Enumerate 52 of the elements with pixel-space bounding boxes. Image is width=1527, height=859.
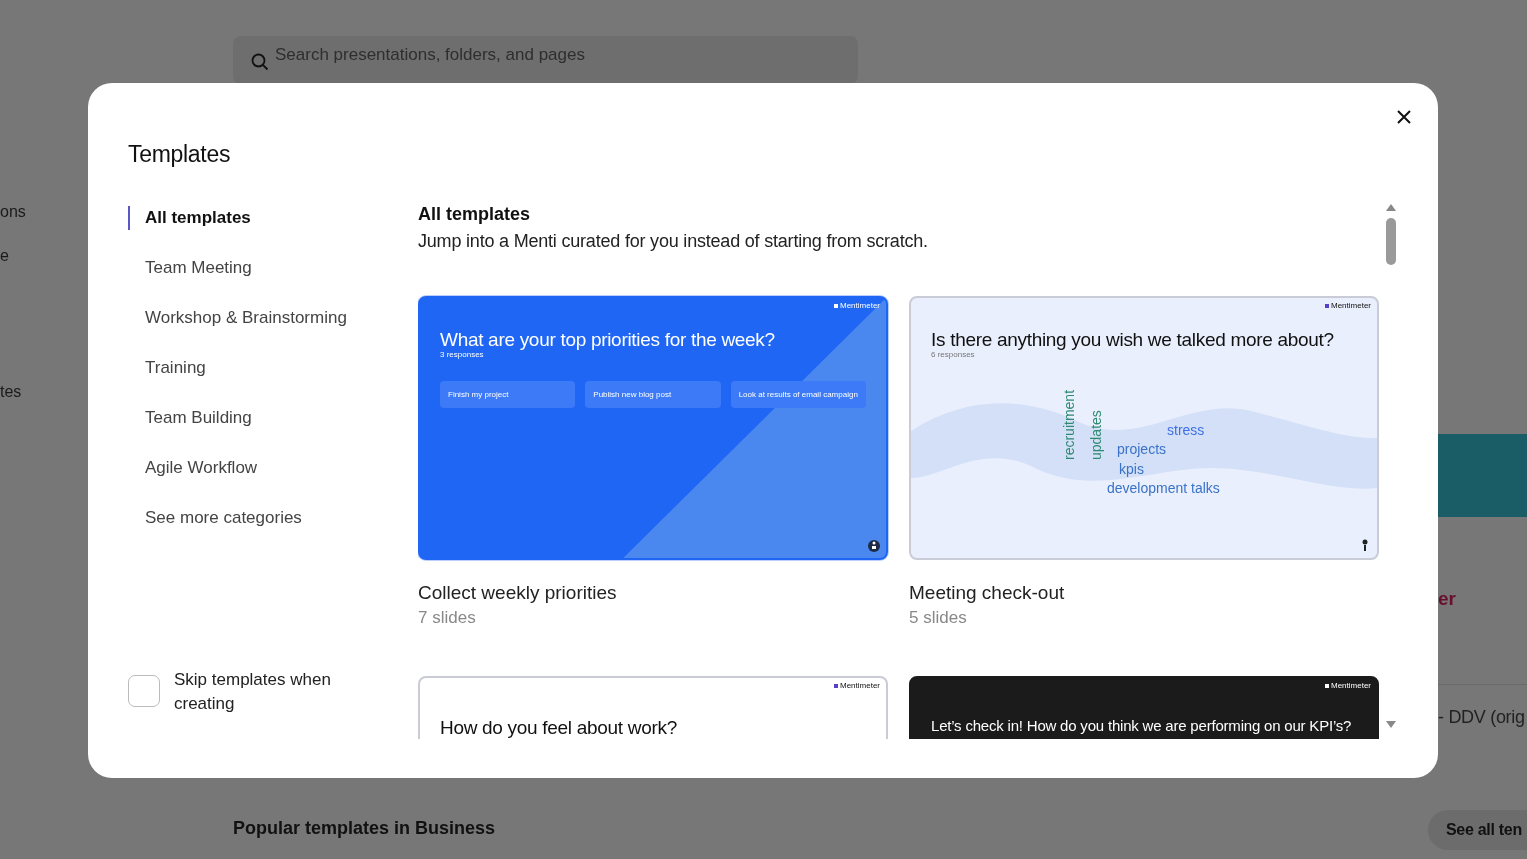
category-tab[interactable]: All templates — [128, 206, 418, 230]
cloud-word: recruitment — [1061, 389, 1077, 460]
sidebar-item[interactable]: tes — [0, 383, 22, 401]
response-count: 6 responses — [931, 350, 975, 359]
category-tab[interactable]: Team Building — [128, 406, 418, 430]
response-count: 3 responses — [440, 350, 484, 359]
logo-icon — [1325, 304, 1329, 308]
category-tab[interactable]: Workshop & Brainstorming — [128, 306, 418, 330]
scrollbar-thumb[interactable] — [1386, 218, 1396, 265]
category-tab[interactable]: Agile Workflow — [128, 456, 418, 480]
search-field[interactable]: Search presentations, folders, and pages — [233, 36, 858, 84]
brand-name: Mentimeter — [840, 301, 880, 311]
slide-count: 5 slides — [909, 608, 967, 628]
question-title: How do you feel about work? — [440, 716, 677, 739]
logo-icon — [1325, 684, 1329, 688]
response-card: Look at results of email campaign — [730, 381, 866, 408]
brand-name: Mentimeter — [1331, 681, 1371, 691]
category-tab[interactable]: Team Meeting — [128, 256, 418, 280]
card-title: er — [1438, 588, 1456, 610]
cloud-word: updates — [1088, 410, 1104, 460]
dialog-title: Templates — [128, 141, 232, 168]
cloud-word: development talks — [1107, 480, 1220, 496]
sidebar-item[interactable]: ons — [0, 203, 26, 221]
logo-icon — [834, 684, 838, 688]
presenter-icon — [868, 538, 880, 552]
cloud-word: stress — [1167, 422, 1205, 438]
checkbox-label[interactable]: Skip templates when creating — [174, 668, 358, 716]
scroll-down-icon[interactable] — [1386, 721, 1396, 728]
search-icon — [251, 53, 269, 71]
cloud-word: kpis — [1119, 461, 1144, 477]
section-title: Popular templates in Business — [233, 818, 496, 839]
question-title: Let’s check in! How do you think we are performing on our KPI’s? — [931, 716, 1352, 736]
checkbox[interactable] — [128, 675, 160, 707]
question-title: Is there anything you wish we talked more about? — [931, 328, 1334, 352]
logo-icon — [834, 304, 838, 308]
brand-name: Mentimeter — [1331, 301, 1371, 311]
category-tab[interactable]: Training — [128, 356, 418, 380]
section-description: Jump into a Menti curated for you instead of starting from scratch. — [418, 231, 928, 252]
question-title: What are your top priorities for the week? — [440, 328, 775, 352]
presentation-title: - DDV (orig — [1438, 707, 1525, 728]
response-card: Publish new blog post — [585, 381, 721, 408]
category-tab[interactable]: See more categories — [128, 506, 418, 530]
response-card: Finish my project — [440, 381, 576, 408]
slide-count: 7 slides — [418, 608, 476, 628]
see-all-button[interactable]: See all ten — [1428, 810, 1527, 850]
template-name[interactable]: Meeting check-out — [909, 582, 1065, 604]
sidebar-item[interactable]: e — [0, 247, 9, 265]
scroll-up-icon[interactable] — [1386, 204, 1396, 211]
section-heading: All templates — [418, 204, 531, 225]
brand-name: Mentimeter — [840, 681, 880, 691]
template-name[interactable]: Collect weekly priorities — [418, 582, 617, 604]
cloud-word: projects — [1117, 441, 1167, 457]
